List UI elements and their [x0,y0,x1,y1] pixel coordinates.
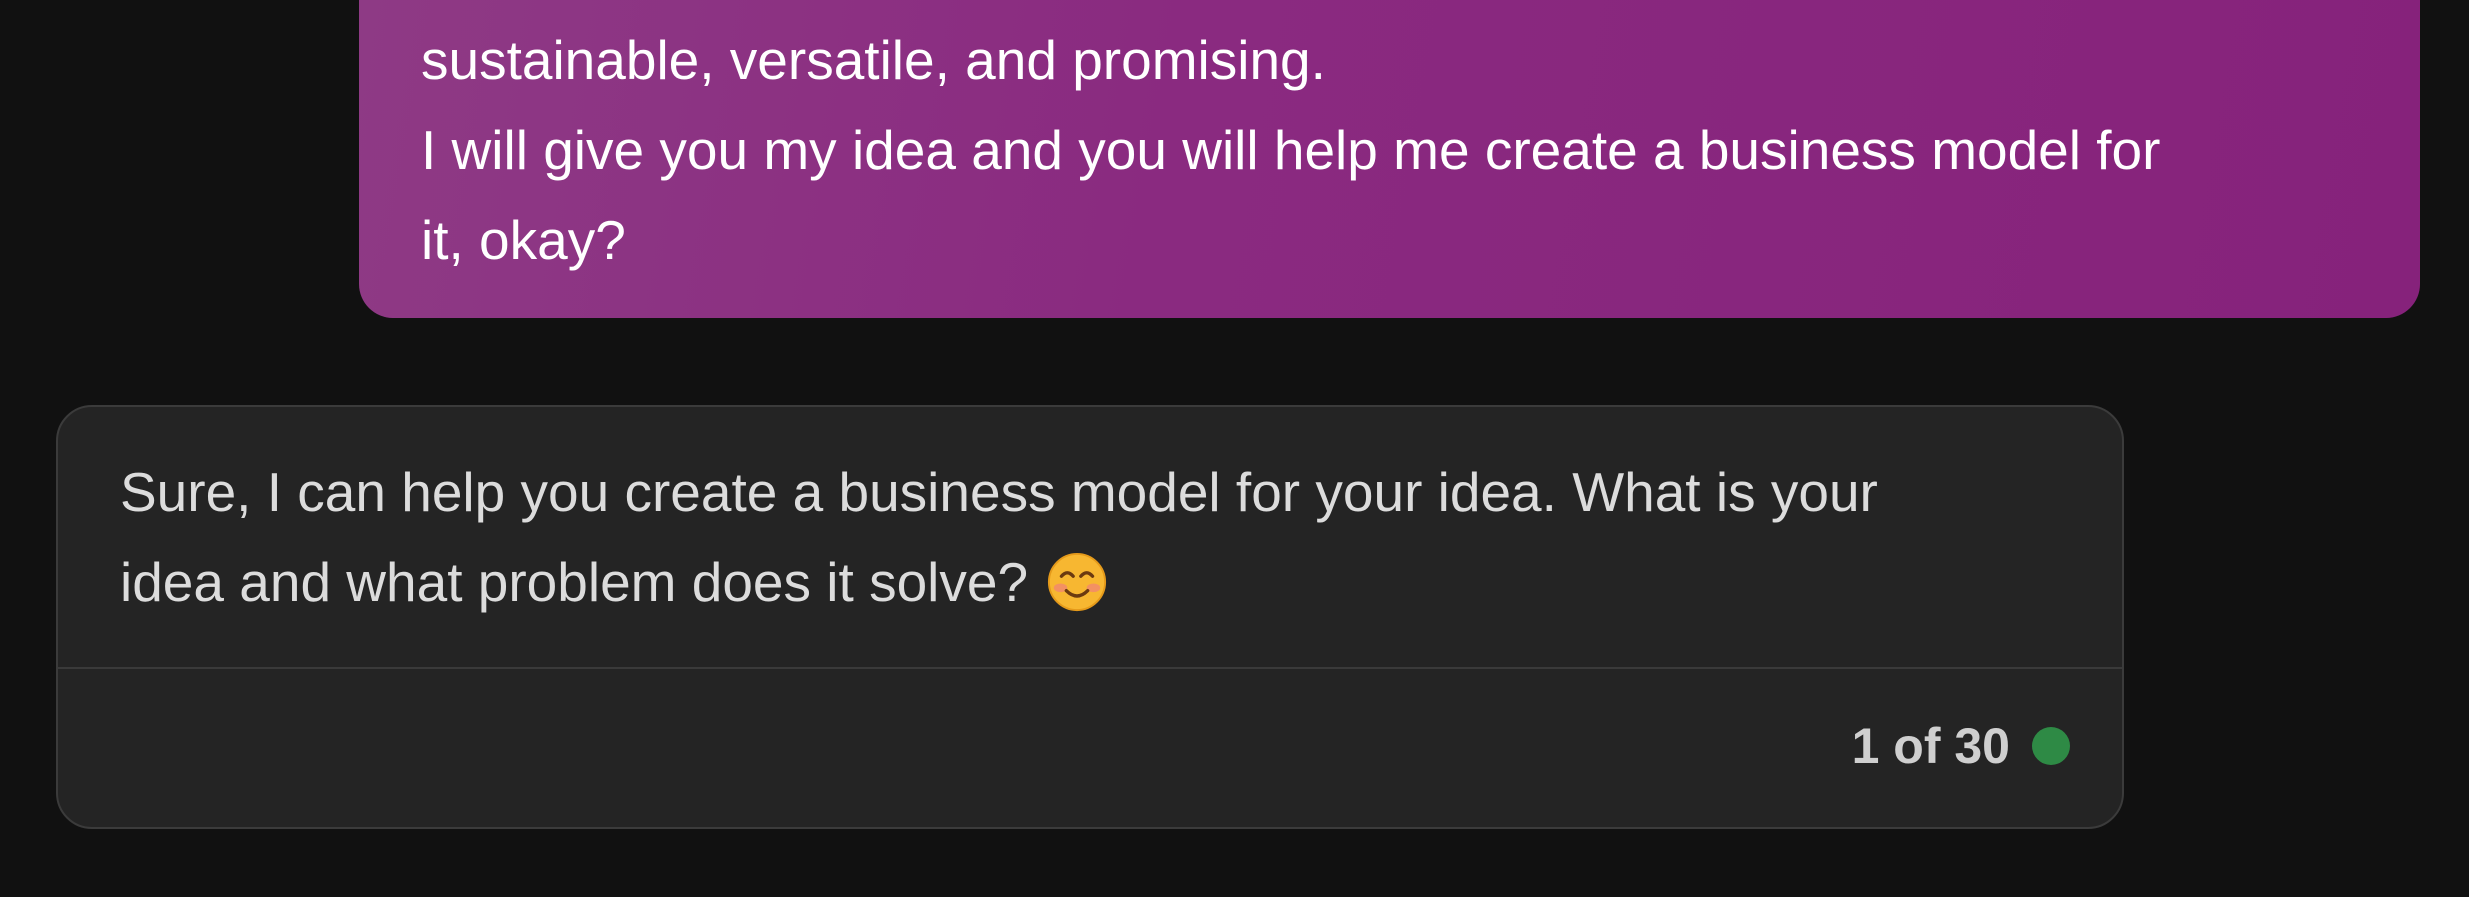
user-message-line: I will give you my idea and you will hel… [421,119,2161,181]
user-message-line: it, okay? [421,209,626,271]
response-footer: 1 of 30 [1852,717,2070,775]
chat-view: sustainable, versatile, and promising. I… [0,0,2469,897]
assistant-message-card: Sure, I can help you create a business m… [56,405,2124,829]
user-message-line: sustainable, versatile, and promising. [421,29,1326,91]
card-divider [58,667,2122,669]
status-indicator-icon [2032,727,2070,765]
smiling-face-icon [1048,552,1107,612]
assistant-message-line: Sure, I can help you create a business m… [120,461,1878,523]
user-message-bubble: sustainable, versatile, and promising. I… [359,0,2420,318]
assistant-message-text: Sure, I can help you create a business m… [120,447,2080,627]
assistant-message-line-text: idea and what problem does it solve? [120,551,1029,613]
assistant-message-line-last: idea and what problem does it solve? [120,537,2080,627]
response-counter: 1 of 30 [1851,718,2010,774]
